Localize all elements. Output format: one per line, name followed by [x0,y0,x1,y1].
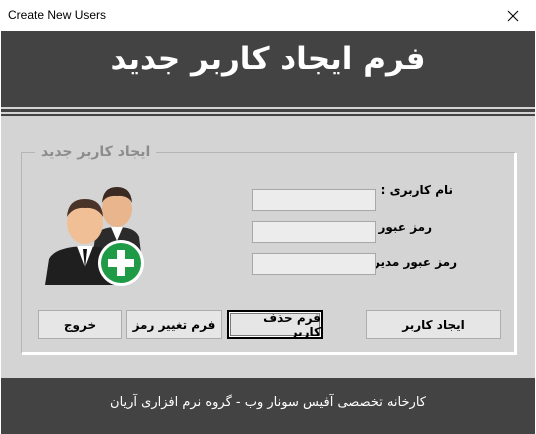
header-banner: فرم ایجاد کاربر جدید [1,31,535,107]
change-password-form-button[interactable]: فرم تغییر رمز [126,310,222,339]
header-divider [1,109,535,112]
password-label: رمز عبور : [369,220,432,234]
users-add-icon [45,187,144,286]
page-title: فرم ایجاد کاربر جدید [110,41,426,77]
title-bar: Create New Users [0,0,536,31]
admin-password-label: رمز عبور مدیر : [364,255,457,269]
footer-banner: کارخانه تخصصی آفیس سونار وب - گروه نرم ا… [1,378,535,434]
close-button[interactable] [490,0,536,31]
username-field[interactable] [252,189,376,211]
exit-button[interactable]: خروج [38,310,122,339]
create-user-button[interactable]: ایجاد کاربر [366,310,501,339]
footer-text: کارخانه تخصصی آفیس سونار وب - گروه نرم ا… [110,395,426,410]
admin-password-field[interactable] [252,253,376,275]
groupbox-legend: ایجاد کاربر جدید [35,144,157,160]
username-label: نام کاربری : [380,183,453,197]
close-icon [507,10,519,21]
form-client-area: فرم ایجاد کاربر جدید ایجاد کاربر جدید نا… [1,31,535,434]
window-title: Create New Users [8,8,107,22]
header-divider-thin [1,114,535,116]
delete-user-form-button[interactable]: فرم حذف کاربر [227,310,323,339]
password-field[interactable] [252,221,376,243]
